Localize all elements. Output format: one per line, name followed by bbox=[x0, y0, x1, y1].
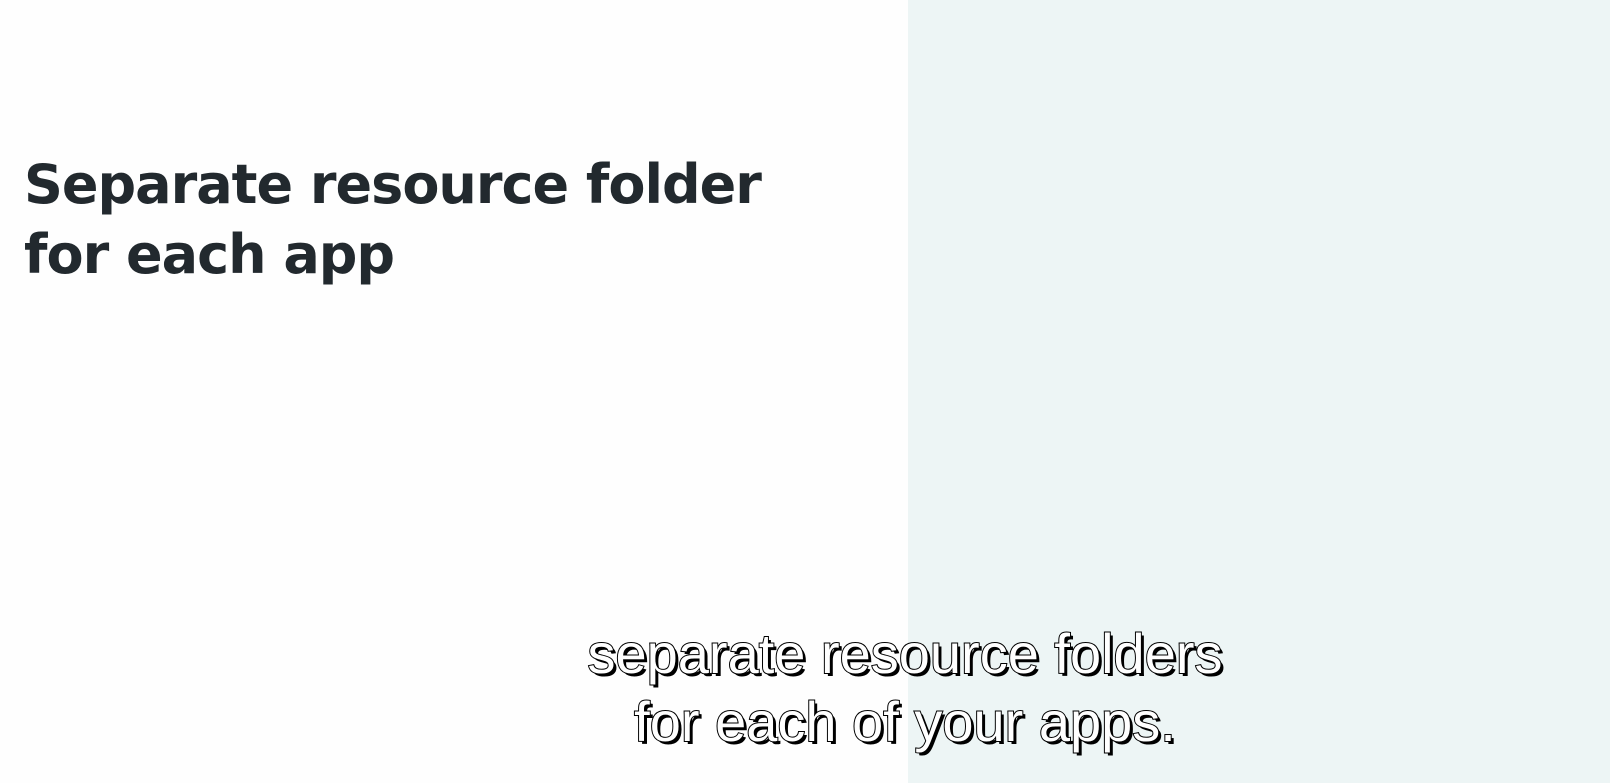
video-caption: separate resource folders for each of yo… bbox=[405, 620, 1405, 756]
video-caption-line-1: separate resource folders bbox=[586, 621, 1223, 686]
slide-title-line-1: Separate resource folder bbox=[24, 153, 762, 216]
video-caption-line-2: for each of your apps. bbox=[633, 689, 1177, 754]
slide-title: Separate resource folder for each app bbox=[24, 150, 784, 290]
slide-title-line-2: for each app bbox=[24, 223, 395, 286]
